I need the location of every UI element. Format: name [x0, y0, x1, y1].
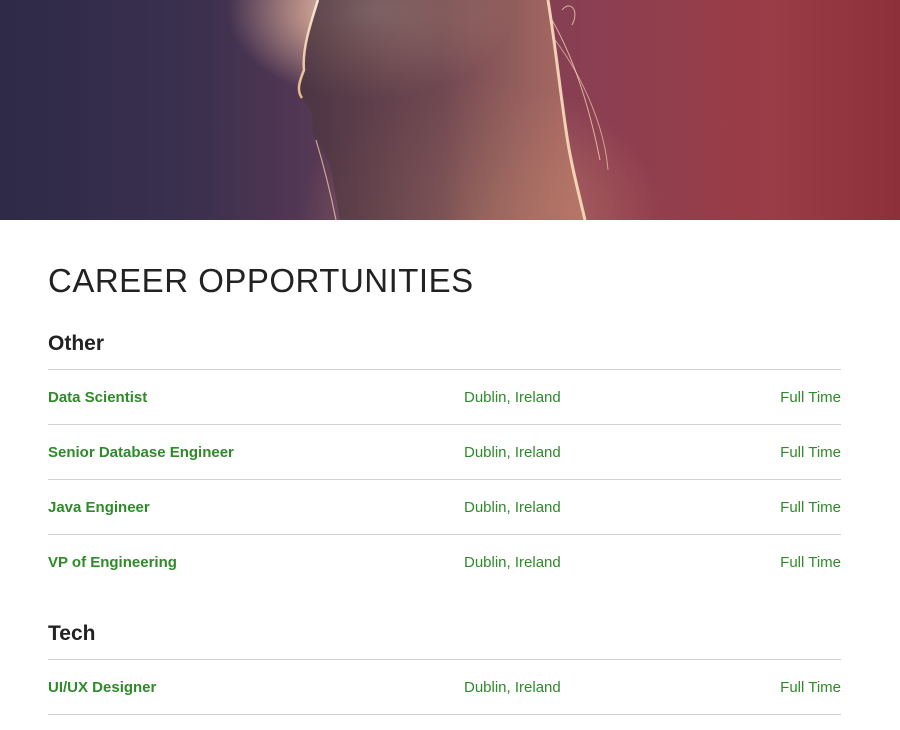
job-type: Full Time — [780, 553, 841, 571]
job-type: Full Time — [780, 443, 841, 461]
job-location: Dublin, Ireland — [464, 553, 561, 571]
job-location: Dublin, Ireland — [464, 498, 561, 516]
job-title-link[interactable]: Senior Database Engineer — [48, 444, 464, 461]
job-type: Full Time — [780, 678, 841, 696]
job-row-java-engineer[interactable]: Java Engineer Dublin, Ireland Full Time — [48, 479, 841, 534]
job-title-link[interactable]: VP of Engineering — [48, 554, 464, 571]
job-row-data-scientist[interactable]: Data Scientist Dublin, Ireland Full Time — [48, 369, 841, 424]
job-list-tech: UI/UX Designer Dublin, Ireland Full Time — [48, 659, 841, 715]
woman-silhouette-illustration — [297, 0, 609, 220]
section-heading-tech: Tech — [48, 622, 96, 645]
job-list-other: Data Scientist Dublin, Ireland Full Time… — [48, 369, 841, 589]
page-title: CAREER OPPORTUNITIES — [48, 262, 474, 299]
job-row-senior-database-engineer[interactable]: Senior Database Engineer Dublin, Ireland… — [48, 424, 841, 479]
job-title-link[interactable]: UI/UX Designer — [48, 679, 464, 696]
hero-banner-image — [0, 0, 900, 220]
job-type: Full Time — [780, 388, 841, 406]
job-row-vp-of-engineering[interactable]: VP of Engineering Dublin, Ireland Full T… — [48, 534, 841, 589]
job-type: Full Time — [780, 498, 841, 516]
job-location: Dublin, Ireland — [464, 678, 561, 696]
job-row-ui-ux-designer[interactable]: UI/UX Designer Dublin, Ireland Full Time — [48, 659, 841, 715]
job-location: Dublin, Ireland — [464, 388, 561, 406]
section-heading-other: Other — [48, 332, 105, 355]
job-title-link[interactable]: Java Engineer — [48, 499, 464, 516]
job-title-link[interactable]: Data Scientist — [48, 389, 464, 406]
job-location: Dublin, Ireland — [464, 443, 561, 461]
